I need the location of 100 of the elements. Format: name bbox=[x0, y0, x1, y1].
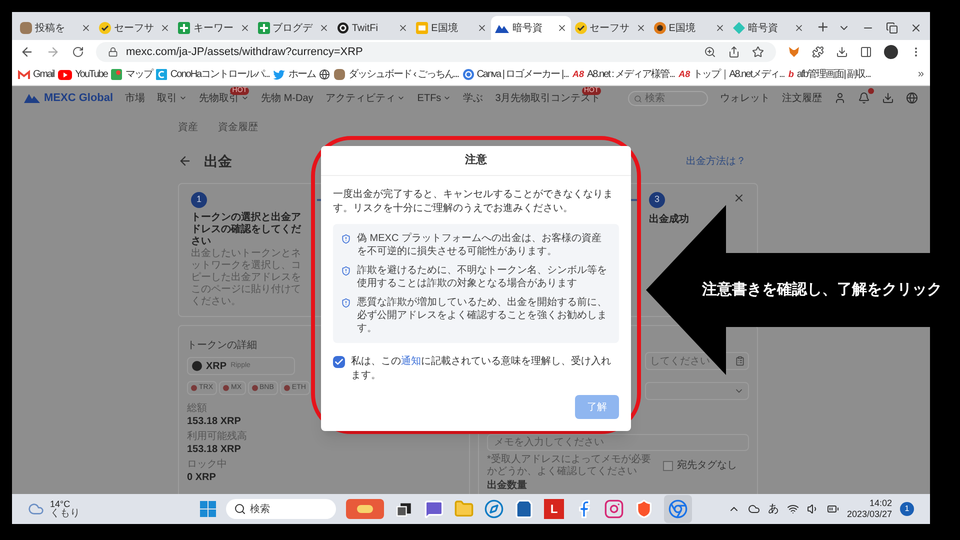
header-link[interactable]: 注文履歴 bbox=[782, 90, 822, 106]
search-icon bbox=[234, 503, 246, 515]
nav-item[interactable]: 先物 M-Day bbox=[261, 90, 314, 106]
bookmark[interactable]: YouTube bbox=[58, 67, 108, 82]
nav-item[interactable]: アクティビティ bbox=[325, 90, 406, 106]
balance-value: 153.18 XRP bbox=[187, 443, 242, 456]
avatar-icon bbox=[334, 69, 346, 80]
check-badge-icon bbox=[99, 22, 112, 34]
agreement-checkbox[interactable] bbox=[333, 356, 345, 368]
play-icon bbox=[58, 70, 72, 80]
input-method-indicator[interactable]: あ bbox=[768, 500, 779, 518]
nav-item[interactable]: 市場 bbox=[125, 90, 146, 106]
bookmark[interactable]: Gmail bbox=[18, 67, 54, 82]
store-app-icon[interactable] bbox=[514, 499, 534, 519]
tab-title: セーフサ bbox=[590, 22, 631, 36]
bookmark[interactable]: Canva | ロゴメーカー |... bbox=[462, 67, 568, 82]
nav-item[interactable]: ETFs bbox=[417, 90, 452, 106]
ring-icon bbox=[336, 22, 349, 34]
close-icon[interactable] bbox=[636, 23, 646, 33]
clipboard-icon[interactable] bbox=[735, 356, 745, 366]
bookmark[interactable]: A8 A8.net : メディア様管... bbox=[572, 67, 675, 82]
close-icon[interactable] bbox=[910, 22, 922, 34]
close-icon[interactable] bbox=[733, 192, 745, 204]
reload-icon[interactable] bbox=[72, 46, 84, 58]
address-bar[interactable]: mexc.com/ja-JP/assets/withdraw?currency=XRP bbox=[96, 42, 776, 62]
bookmark[interactable]: マップ bbox=[111, 67, 152, 82]
header-link[interactable]: ウォレット bbox=[720, 90, 770, 106]
bookmark[interactable]: b afb管理画面| 副収... bbox=[788, 67, 870, 82]
browser-tab[interactable]: 暗号資 bbox=[491, 16, 571, 40]
coin-icon bbox=[654, 22, 666, 34]
map-pin-icon bbox=[111, 69, 122, 80]
address-field[interactable]: してください bbox=[645, 352, 749, 370]
close-icon[interactable] bbox=[794, 23, 804, 33]
circle-logo-icon bbox=[462, 69, 474, 80]
logo-icon: A8 bbox=[572, 70, 584, 79]
tab-title: 投稿を bbox=[35, 22, 66, 36]
mountain-logo-icon bbox=[24, 93, 40, 103]
profile-avatar[interactable] bbox=[884, 45, 898, 59]
taskbar-search-field[interactable]: 検索 bbox=[226, 499, 336, 519]
shield-icon bbox=[341, 266, 351, 276]
close-icon[interactable] bbox=[318, 23, 329, 33]
language-icon[interactable] bbox=[906, 92, 918, 104]
nav-item[interactable]: 学ぶ bbox=[463, 90, 484, 106]
app-button[interactable]: L bbox=[544, 499, 564, 519]
tab-title: 暗号資 bbox=[748, 22, 779, 36]
bookmark[interactable]: A8 トップ｜A8.netメディ... bbox=[678, 67, 784, 82]
logo-icon: b bbox=[788, 70, 794, 79]
shield-app-icon[interactable] bbox=[634, 499, 654, 519]
check-badge-icon bbox=[574, 22, 587, 34]
browser-app-icon[interactable] bbox=[484, 499, 504, 519]
download-icon[interactable] bbox=[836, 46, 848, 58]
volume-icon[interactable] bbox=[806, 503, 819, 515]
side-panel-icon[interactable] bbox=[860, 46, 872, 58]
warning-text: 詐欺を避けるために、不明なトークン名、シンボル等を使用することは詐欺の対象となる場合があります bbox=[357, 264, 608, 290]
memo-note: *受取人アドレスによってメモが必要かどうか、よく確認してください bbox=[487, 454, 652, 478]
caret-icon bbox=[179, 94, 188, 102]
bookmark[interactable]: ホーム bbox=[273, 67, 316, 82]
close-icon[interactable] bbox=[81, 23, 92, 33]
notification-badge[interactable]: 1 bbox=[900, 502, 914, 516]
close-icon[interactable] bbox=[398, 23, 408, 33]
memo-field[interactable]: メモを入力してください bbox=[487, 434, 749, 451]
new-tab-icon[interactable] bbox=[816, 20, 830, 34]
battery-icon[interactable] bbox=[826, 503, 839, 515]
dialog-message: 一度出金が完了すると、キャンセルすることができなくなります。リスクを十分にご理解のうえでお進みください。 bbox=[333, 188, 614, 216]
nav-item[interactable]: 取引 bbox=[157, 90, 188, 106]
tab-title: セーフサ bbox=[114, 22, 156, 36]
mountain-icon bbox=[495, 23, 510, 33]
search-field[interactable]: 検索 bbox=[628, 90, 708, 106]
bookmark[interactable]: ConoHaコントロールパ... bbox=[156, 67, 270, 82]
annotation-text: 注意書きを確認し、了解をクリック bbox=[702, 280, 942, 300]
bookmark[interactable]: ダッシュボード ‹ ごっちん... bbox=[334, 67, 459, 82]
cloud-icon bbox=[28, 501, 44, 517]
back-icon[interactable] bbox=[20, 45, 34, 59]
close-icon[interactable] bbox=[477, 23, 488, 33]
clock[interactable]: 14:02 2023/03/27 bbox=[846, 498, 892, 520]
balance-label: 総額 bbox=[187, 403, 208, 415]
restore-icon[interactable] bbox=[886, 22, 898, 34]
user-icon[interactable] bbox=[834, 92, 846, 104]
close-icon[interactable] bbox=[714, 23, 725, 33]
close-icon[interactable] bbox=[556, 23, 567, 33]
no-tag-checkbox[interactable]: 宛先タグなし bbox=[663, 458, 737, 473]
chat-app-icon[interactable] bbox=[424, 499, 444, 519]
start-icon[interactable] bbox=[200, 501, 216, 517]
search-icon bbox=[634, 94, 642, 102]
cloud-icon[interactable] bbox=[748, 503, 760, 515]
close-icon[interactable] bbox=[240, 23, 250, 33]
bookmark[interactable] bbox=[319, 69, 330, 80]
notice-link[interactable]: 通知 bbox=[401, 356, 421, 367]
download-icon[interactable] bbox=[882, 92, 894, 104]
back-icon[interactable] bbox=[178, 154, 192, 168]
tab-title: TwitFi bbox=[352, 22, 379, 36]
tab-title: E国境 bbox=[431, 22, 459, 36]
logo-icon: A8 bbox=[678, 70, 690, 79]
fox-extension-icon[interactable] bbox=[788, 46, 800, 58]
extensions-icon[interactable] bbox=[812, 46, 824, 58]
more-bookmarks-button[interactable]: » bbox=[918, 66, 924, 83]
close-icon[interactable] bbox=[160, 23, 170, 33]
camera-app-icon[interactable] bbox=[604, 499, 624, 519]
browser-app-icon[interactable] bbox=[664, 495, 692, 523]
weather-widget[interactable]: 14°C くもり bbox=[28, 499, 80, 519]
